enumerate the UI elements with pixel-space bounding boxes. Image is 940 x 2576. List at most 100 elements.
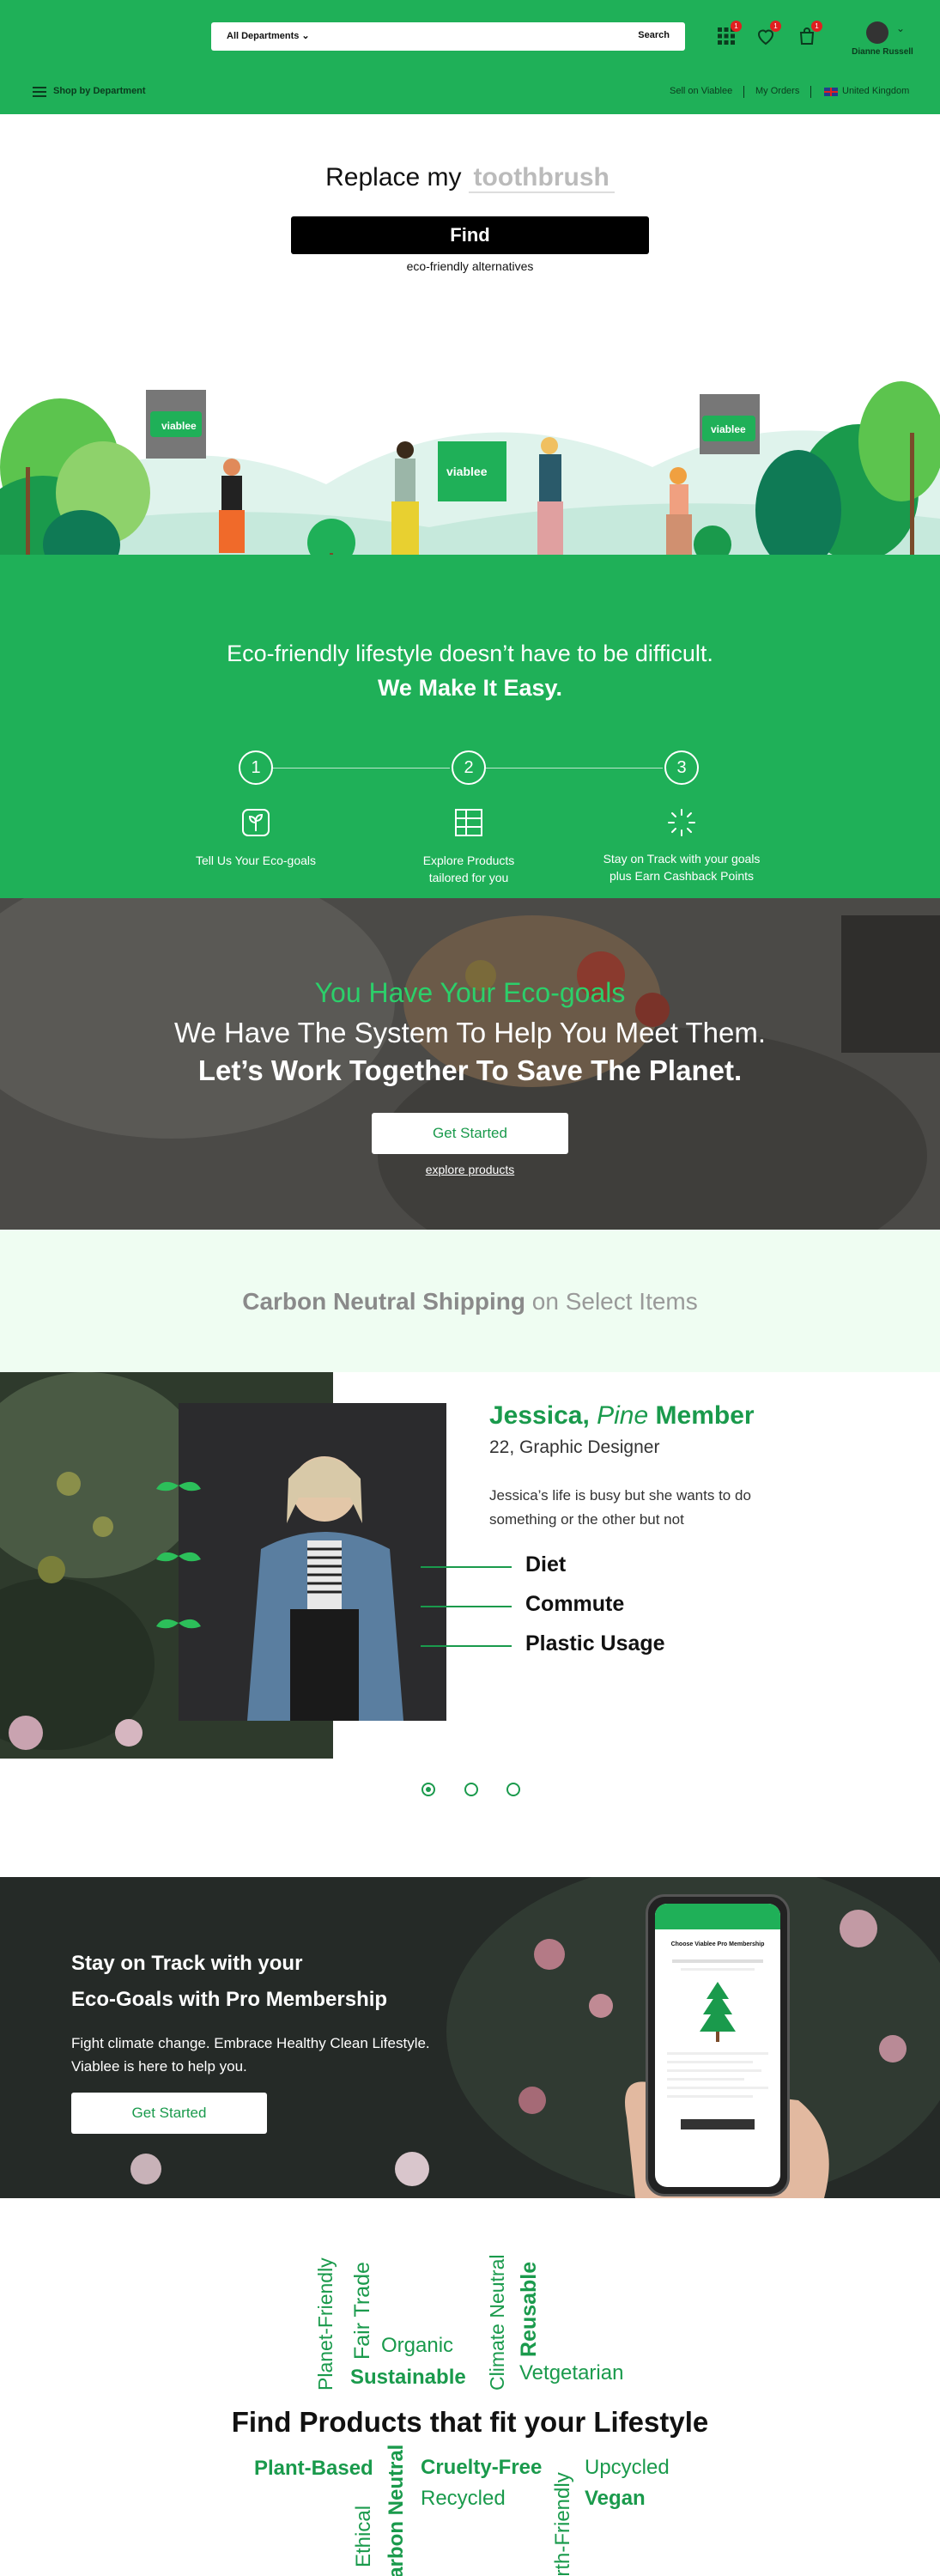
goals-line-2: We Have The System To Help You Meet Them… (173, 1017, 767, 1048)
word-sustainable[interactable]: Sustainable (350, 2366, 466, 2390)
feature-connector (421, 1645, 512, 1647)
department-select-label: All Departments (227, 31, 300, 41)
word-planet-friendly[interactable]: Planet-Friendly (314, 2257, 337, 2391)
wishlist-badge: 1 (770, 21, 781, 32)
step-2-circle: 2 (452, 750, 486, 785)
pro-title-line-2: Eco-Goals with Pro Membership (71, 1988, 388, 2011)
word-recycled[interactable]: Recycled (421, 2487, 506, 2511)
user-name: Dianne Russell (852, 47, 913, 57)
divider (810, 86, 811, 98)
word-earth-friendly[interactable]: Earth-Friendly (551, 2472, 575, 2576)
word-carbon-neutral[interactable]: Carbon Neutral (385, 2445, 409, 2576)
chevron-down-icon[interactable]: ⌄ (896, 22, 905, 34)
pro-description-line-1: Fight climate change. Embrace Healthy Cl… (71, 2035, 430, 2051)
word-reusable[interactable]: Reusable (517, 2262, 542, 2357)
apps-badge: 1 (731, 21, 742, 32)
persona-tier: Pine (597, 1401, 649, 1430)
step-3-label: Stay on Track with your goals plus Earn C… (587, 850, 776, 884)
word-cruelty-free[interactable]: Cruelty-Free (421, 2456, 542, 2480)
find-button[interactable]: Find (291, 216, 649, 254)
lifestyle-tagline: We Make It Easy. (377, 675, 563, 701)
region-link[interactable]: United Kingdom (842, 86, 909, 96)
nav-row: Shop by Department Sell on Viablee My Or… (0, 79, 940, 105)
green-band (0, 555, 940, 898)
carbon-shipping-bold: Carbon Neutral Shipping (242, 1288, 525, 1315)
step-2-text: Explore Products (422, 854, 515, 867)
word-organic[interactable]: Organic (381, 2334, 453, 2358)
avatar[interactable] (866, 21, 888, 44)
carbon-shipping-text: Carbon Neutral Shipping on Select Items (0, 1288, 940, 1315)
loading-spinner-icon (666, 807, 697, 838)
grid-list-icon (453, 807, 484, 838)
phone-screen: Choose Viablee Pro Membership (655, 1904, 780, 2187)
persona-role: 22, Graphic Designer (489, 1437, 660, 1457)
feature-plastic-usage: Plastic Usage (525, 1631, 665, 1656)
step-1-label: Tell Us Your Eco-goals (161, 852, 350, 869)
brand-sign-right: viablee (711, 423, 746, 435)
replace-prefix: Replace my (325, 163, 462, 191)
phone-header (655, 1904, 780, 1929)
step-1-circle: 1 (239, 750, 273, 785)
phone-mockup: Choose Viablee Pro Membership (646, 1894, 790, 2196)
feature-connector (421, 1566, 512, 1568)
replace-input[interactable]: toothbrush (468, 163, 615, 193)
goals-line-1: You Have Your Eco-goals (314, 977, 626, 1008)
explore-products-link[interactable]: explore products (0, 1163, 940, 1176)
divider (743, 86, 744, 98)
sprout-icon (240, 807, 271, 838)
lifestyle-line: Eco-friendly lifestyle doesn’t have to b… (227, 641, 713, 666)
search-bar[interactable]: All Departments ⌄ Search (211, 22, 685, 51)
goals-line-3: Let’s Work Together To Save The Planet. (197, 1054, 743, 1086)
search-button[interactable]: Search (638, 30, 670, 40)
uk-flag-icon (824, 88, 838, 96)
step-1-text: Tell Us Your Eco-goals (195, 854, 317, 867)
step-3-subtext: plus Earn Cashback Points (609, 869, 755, 883)
step-3-circle: 3 (664, 750, 699, 785)
leaf-icons (156, 1481, 201, 1629)
brand-sign-center: viablee (446, 465, 488, 478)
find-products-heading: Find Products that fit your Lifestyle (231, 2406, 709, 2438)
heart-icon[interactable]: 1 (755, 21, 781, 46)
word-vegan[interactable]: Vegan (585, 2487, 646, 2511)
persona-photo (179, 1403, 446, 1721)
word-fair-trade[interactable]: Fair Trade (350, 2262, 375, 2360)
step-2-subtext: tailored for you (428, 871, 509, 884)
carbon-shipping-rest: on Select Items (531, 1288, 698, 1315)
step-3-text: Stay on Track with your goals (603, 852, 761, 866)
carousel-dot-3[interactable] (506, 1783, 520, 1796)
replace-search: Replace my toothbrush (0, 163, 940, 193)
pro-title: Stay on Track with your Eco-Goals with Pr… (71, 1946, 483, 2018)
persona-name: Jessica, Pine Member (489, 1401, 755, 1431)
pro-description-line-2: Viablee is here to help you. (71, 2058, 247, 2075)
persona-description: Jessica’s life is busy but she wants to … (489, 1487, 751, 1528)
eco-alternatives-label: eco-friendly alternatives (406, 259, 534, 273)
get-started-button[interactable]: Get Started (372, 1113, 568, 1154)
my-orders-link[interactable]: My Orders (755, 86, 799, 96)
word-ethical[interactable]: Ethical (352, 2506, 376, 2567)
cart-badge: 1 (811, 21, 822, 32)
sell-on-viablee-link[interactable]: Sell on Viablee (670, 86, 732, 96)
carousel-dot-2[interactable] (464, 1783, 478, 1796)
pro-get-started-button[interactable]: Get Started (71, 2093, 267, 2134)
feature-commute: Commute (525, 1592, 625, 1616)
word-vetgetarian[interactable]: Vetgetarian (519, 2361, 623, 2385)
word-plant-based[interactable]: Plant-Based (254, 2457, 373, 2481)
department-select[interactable]: All Departments ⌄ (227, 30, 310, 41)
word-climate-neutral[interactable]: Climate Neutral (486, 2255, 509, 2391)
pro-title-line-1: Stay on Track with your (71, 1952, 303, 1975)
phone-screen-title: Choose Viablee Pro Membership (670, 1941, 765, 1947)
apps-grid-icon[interactable]: 1 (716, 21, 742, 46)
persona-member-label: Member (655, 1401, 755, 1430)
step-connector (273, 768, 450, 769)
feature-connector (421, 1606, 512, 1607)
step-2-label: Explore Products tailored for you (374, 852, 563, 886)
shop-by-department-link[interactable]: Shop by Department (53, 86, 146, 96)
pro-description: Fight climate change. Embrace Healthy Cl… (71, 2032, 483, 2078)
brand-sign-left: viablee (161, 420, 197, 432)
step-connector (486, 768, 663, 769)
hamburger-menu-icon[interactable] (33, 87, 46, 97)
carousel-dot-1[interactable] (421, 1783, 435, 1796)
feature-diet: Diet (525, 1552, 567, 1577)
word-upcycled[interactable]: Upcycled (585, 2456, 670, 2480)
shopping-bag-icon[interactable]: 1 (797, 21, 822, 46)
